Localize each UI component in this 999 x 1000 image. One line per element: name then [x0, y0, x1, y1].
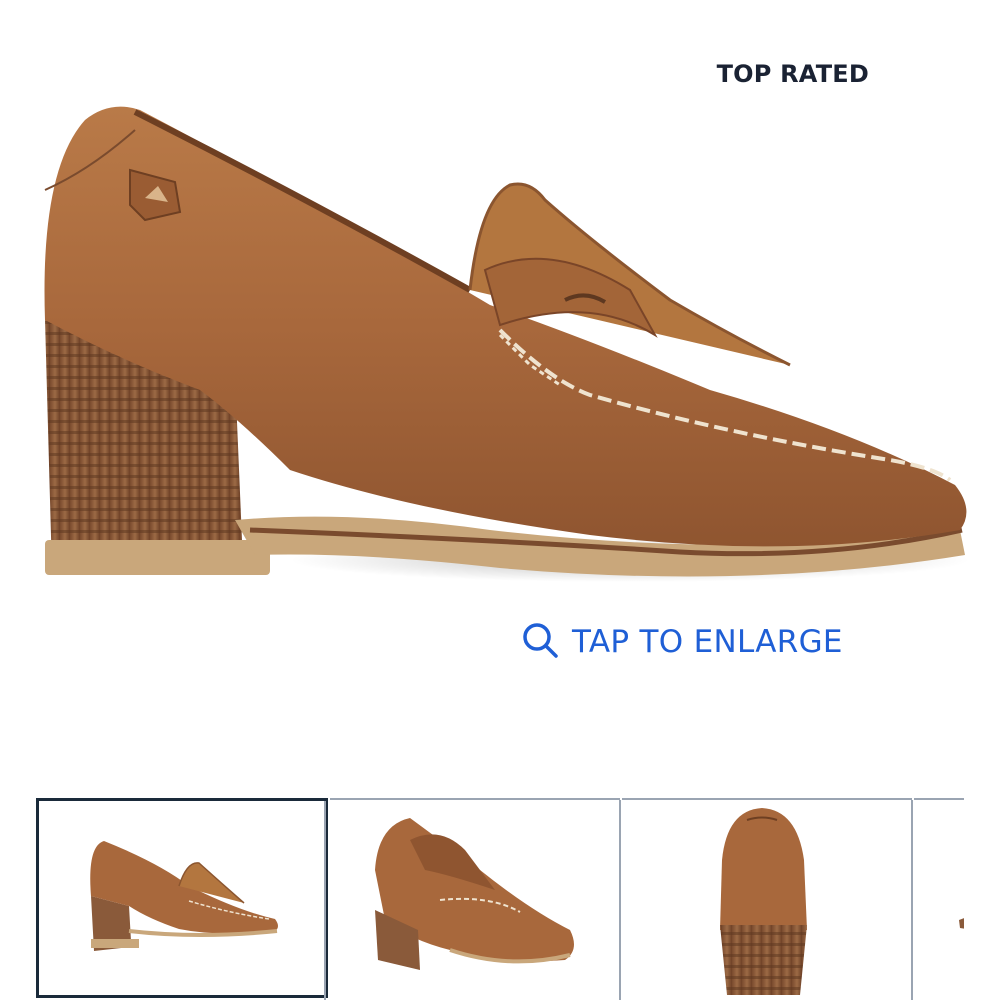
thumbnail-strip [36, 798, 964, 1000]
tap-to-enlarge-button[interactable]: TAP TO ENLARGE [520, 620, 843, 664]
thumbnail-back-view[interactable] [622, 798, 913, 1000]
tap-to-enlarge-label: TAP TO ENLARGE [572, 624, 843, 660]
thumbnail-side-image [90, 841, 278, 951]
product-gallery: TOP RATED TAP TO ENLARGE [0, 0, 999, 1000]
top-rated-badge: TOP RATED [716, 60, 869, 88]
thumbnail-partial-image [959, 918, 964, 929]
thumbnail-angled-view[interactable] [330, 798, 621, 1000]
thumbnail-side-view[interactable] [36, 798, 328, 1000]
search-icon [520, 620, 560, 664]
thumbnail-back-image [720, 808, 807, 995]
thumbnail-partial-view[interactable] [914, 798, 964, 998]
hero-product-image[interactable] [30, 90, 980, 590]
thumbnail-angled-image [375, 818, 574, 970]
